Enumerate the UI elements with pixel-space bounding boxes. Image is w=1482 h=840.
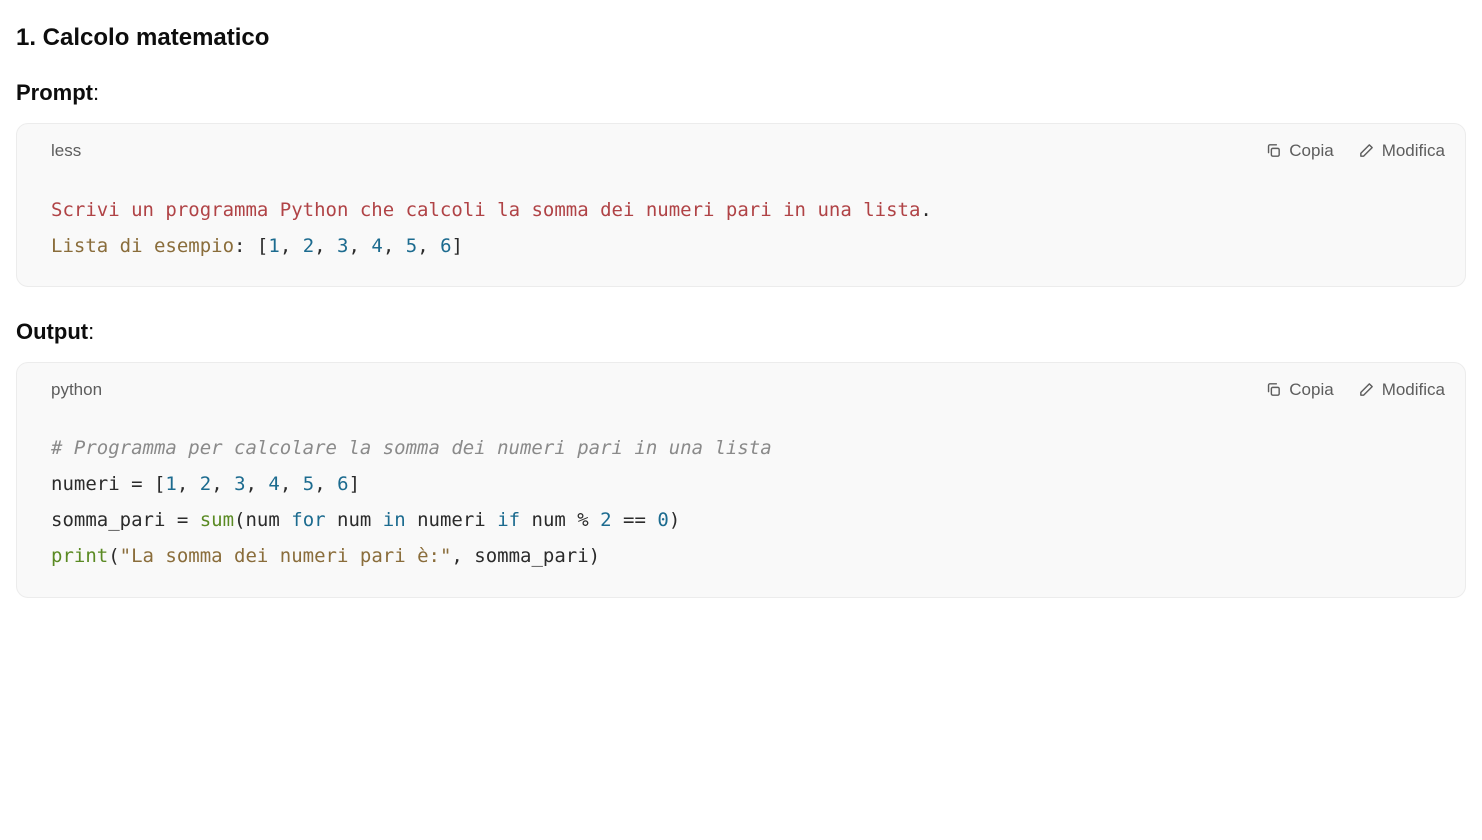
copy-label: Copia <box>1289 138 1333 164</box>
prompt-code-block: less Copia Modifica Scrivi un programma … <box>16 123 1466 287</box>
prompt-label: Prompt: <box>16 76 1466 109</box>
edit-icon <box>1358 142 1375 159</box>
edit-button[interactable]: Modifica <box>1358 377 1445 403</box>
code-actions: Copia Modifica <box>1265 138 1445 164</box>
prompt-label-text: Prompt <box>16 80 93 105</box>
output-label-text: Output <box>16 319 88 344</box>
edit-label: Modifica <box>1382 138 1445 164</box>
edit-label: Modifica <box>1382 377 1445 403</box>
output-code[interactable]: # Programma per calcolare la somma dei n… <box>17 402 1465 596</box>
output-label: Output: <box>16 315 1466 348</box>
copy-icon <box>1265 381 1282 398</box>
section-title: 1. Calcolo matematico <box>16 20 1466 56</box>
code-header: less Copia Modifica <box>17 124 1465 164</box>
output-label-colon: : <box>88 319 94 344</box>
code-actions: Copia Modifica <box>1265 377 1445 403</box>
prompt-code[interactable]: Scrivi un programma Python che calcoli l… <box>17 164 1465 286</box>
code-lang-label: less <box>51 138 81 164</box>
copy-icon <box>1265 142 1282 159</box>
edit-icon <box>1358 381 1375 398</box>
output-code-block: python Copia Modifica # Programma per ca… <box>16 362 1466 598</box>
copy-button[interactable]: Copia <box>1265 377 1333 403</box>
code-header: python Copia Modifica <box>17 363 1465 403</box>
code-lang-label: python <box>51 377 102 403</box>
prompt-label-colon: : <box>93 80 99 105</box>
edit-button[interactable]: Modifica <box>1358 138 1445 164</box>
copy-label: Copia <box>1289 377 1333 403</box>
copy-button[interactable]: Copia <box>1265 138 1333 164</box>
